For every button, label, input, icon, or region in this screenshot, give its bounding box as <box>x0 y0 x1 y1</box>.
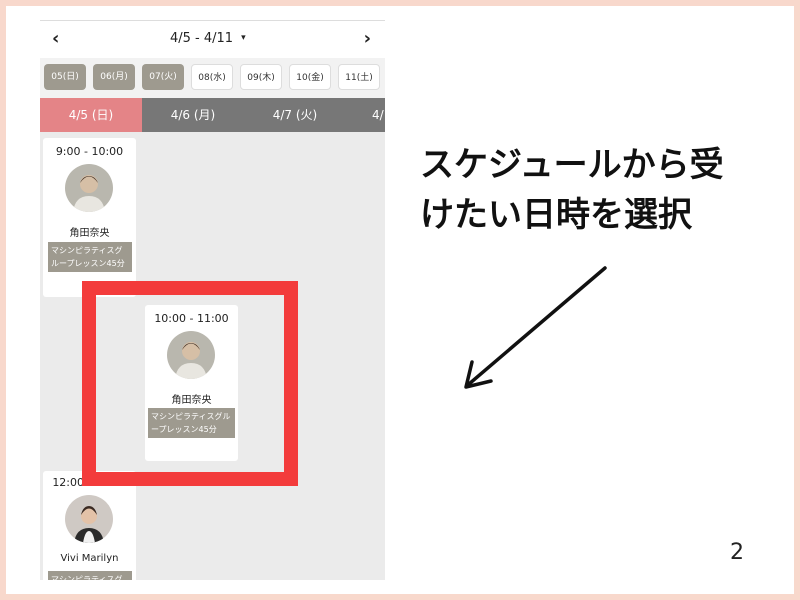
instruction-line-2: けたい日時を選択 <box>420 195 692 235</box>
lesson-card[interactable]: 12:00 - 13:00 Vivi Marilyn マシンピラティスグ <box>43 471 136 580</box>
day-chip-09[interactable]: 09(木) <box>240 64 282 90</box>
day-chip-05[interactable]: 05(日) <box>44 64 86 90</box>
instructor-name: 角田奈央 <box>69 228 110 239</box>
date-column-4-6[interactable]: 4/6 (月) <box>142 98 244 132</box>
date-column-4-5[interactable]: 4/5 (日) <box>40 98 142 132</box>
caret-down-icon: ▾ <box>241 33 246 43</box>
day-chip-10[interactable]: 10(金) <box>289 64 331 90</box>
instructor-avatar <box>65 495 113 543</box>
instructor-avatar <box>65 164 113 212</box>
instructor-name: Vivi Marilyn <box>60 553 119 564</box>
chevron-left-icon[interactable]: ‹ <box>52 29 59 49</box>
page-number: 2 <box>730 540 744 565</box>
week-range-label: 4/5 - 4/11 <box>170 31 234 46</box>
date-column-4-7[interactable]: 4/7 (火) <box>244 98 346 132</box>
instruction-line-1: スケジュールから受 <box>420 145 724 185</box>
lesson-type-tag: マシンピラティスグ <box>48 571 132 580</box>
day-chip-06[interactable]: 06(月) <box>93 64 135 90</box>
chevron-right-icon[interactable]: › <box>364 29 371 49</box>
instruction-text: スケジュールから受 けたい日時を選択 <box>420 140 790 240</box>
week-header: ‹ 4/5 - 4/11 ▾ › <box>40 20 385 59</box>
date-column-partial[interactable]: 4/ <box>346 98 385 132</box>
day-chip-08[interactable]: 08(水) <box>191 64 233 90</box>
lesson-type-tag: マシンピラティスグループレッスン45分 <box>48 242 132 272</box>
date-header-bar: 4/5 (日) 4/6 (月) 4/7 (火) 4/ <box>40 98 385 132</box>
day-chips-row: 05(日) 06(月) 07(火) 08(水) 09(木) 10(金) 11(土… <box>40 58 385 98</box>
highlight-box <box>82 281 298 486</box>
lesson-card[interactable]: 9:00 - 10:00 角田奈央 マシンピラティスグループレッスン45分 <box>43 138 136 297</box>
day-chip-11[interactable]: 11(土) <box>338 64 380 90</box>
week-range-selector[interactable]: 4/5 - 4/11 ▾ <box>170 31 246 46</box>
day-chip-07[interactable]: 07(火) <box>142 64 184 90</box>
lesson-time: 9:00 - 10:00 <box>55 145 124 158</box>
pointer-arrow-icon <box>464 266 607 389</box>
